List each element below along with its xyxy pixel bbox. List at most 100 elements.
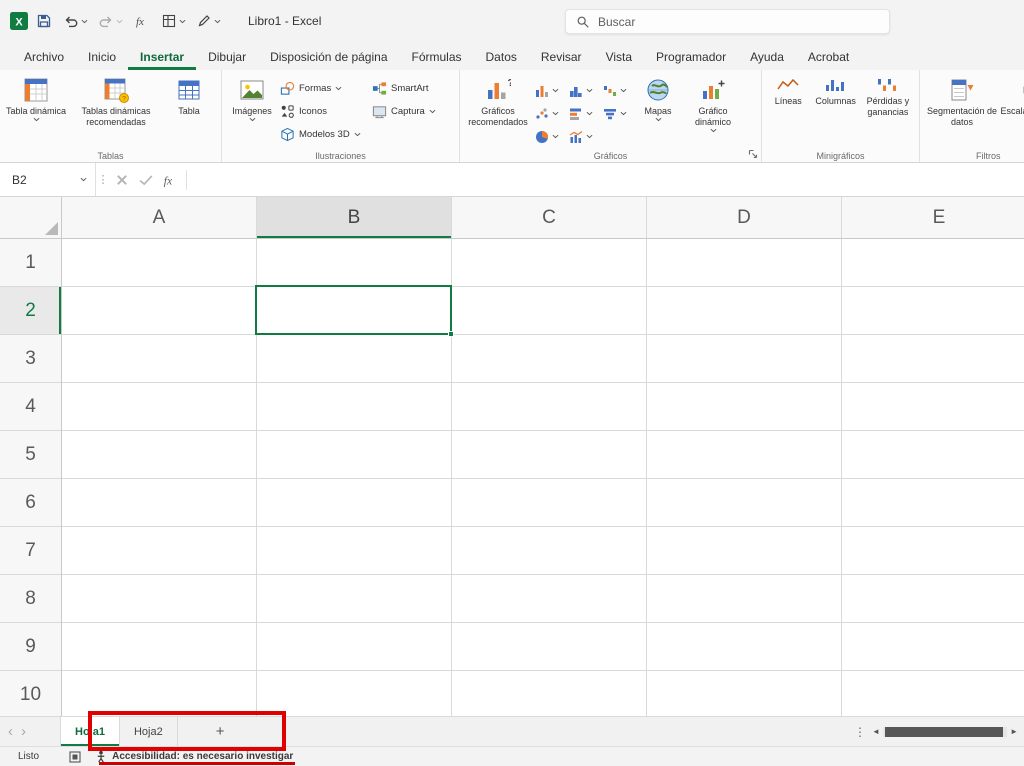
scrollbar-thumb[interactable] [884,726,1003,737]
row-header-9[interactable]: 9 [0,623,61,671]
sparkline-line-button[interactable]: Líneas [766,73,811,107]
bar-chart-icon [569,107,583,121]
sparkline-winloss-button[interactable]: Pérdidas y ganancias [861,73,915,118]
cancel-button[interactable] [110,168,134,192]
redo-button[interactable] [95,9,126,33]
sheet-tab-bar: ‹ › Hoja1 Hoja2 + ⋮ ◄ ► [0,716,1024,746]
insert-function-qat-button[interactable]: fx [130,9,154,33]
tab-vista[interactable]: Vista [594,45,644,70]
timeline-button[interactable]: Escala de tiempo [1000,73,1024,117]
fill-handle[interactable] [448,331,454,337]
row-header-7[interactable]: 7 [0,527,61,575]
add-sheet-button[interactable]: + [206,723,235,740]
macro-record-icon[interactable] [69,750,81,763]
insert-bar-chart-button[interactable] [566,107,600,121]
sheet-nav-right-icon[interactable]: › [21,723,34,740]
chevron-down-icon [655,117,662,122]
chevron-down-icon [620,88,627,93]
map-chart-icon [645,77,671,103]
column-header-e[interactable]: E [842,197,1024,238]
pivot-table-button[interactable]: Tabla dinámica [4,73,68,122]
select-all-corner[interactable] [0,197,62,239]
sheet-bar-dots-icon[interactable]: ⋮ [854,725,866,739]
ribbon-tab-bar: Archivo Inicio Insertar Dibujar Disposic… [0,42,1024,70]
tab-dibujar[interactable]: Dibujar [196,45,258,70]
save-button[interactable] [32,9,56,33]
pivot-chart-button[interactable]: Gráfico dinámico [682,73,744,133]
row-header-10[interactable]: 10 [0,671,61,716]
search-box[interactable]: Buscar [565,9,890,34]
pen-icon [196,13,212,29]
recommended-pivot-tables-button[interactable]: ? Tablas dinámicas recomendadas [68,73,164,128]
tab-disposicion[interactable]: Disposición de página [258,45,399,70]
smartart-button[interactable]: SmartArt [370,78,450,99]
row-header-6[interactable]: 6 [0,479,61,527]
sheet-tab-hoja2[interactable]: Hoja2 [120,717,178,746]
insert-combo-chart-button[interactable] [566,130,600,144]
row-header-1[interactable]: 1 [0,239,61,287]
recommended-charts-icon: ? [485,77,511,103]
selected-cell-b2 [255,285,454,337]
row-header-8[interactable]: 8 [0,575,61,623]
row-header-5[interactable]: 5 [0,431,61,479]
icons-button[interactable]: Iconos [278,101,370,122]
tab-insertar[interactable]: Insertar [128,45,197,70]
column-header-a[interactable]: A [62,197,257,238]
name-box[interactable]: B2 [0,163,96,196]
scroll-left-icon[interactable]: ◄ [872,727,880,736]
maps-button[interactable]: Mapas [634,73,682,122]
column-header-c[interactable]: C [452,197,647,238]
insert-scatter-chart-button[interactable] [532,107,566,121]
pictures-button[interactable]: Imágenes [226,73,278,122]
accessibility-status-label[interactable]: Accesibilidad: es necesario investigar [112,751,293,762]
tab-inicio[interactable]: Inicio [76,45,128,70]
accessibility-icon [95,750,107,763]
save-icon [36,13,52,29]
tab-programador[interactable]: Programador [644,45,738,70]
scrollbar-track[interactable] [882,726,1008,737]
slicer-icon [949,77,975,103]
chevron-down-icon [249,117,256,122]
formula-input[interactable] [191,163,1024,196]
insert-waterfall-chart-button[interactable] [600,84,634,98]
recommended-charts-button[interactable]: ? Gráficos recomendados [464,73,532,128]
undo-button[interactable] [60,9,91,33]
tab-acrobat[interactable]: Acrobat [796,45,861,70]
chart-type-grid [532,73,634,148]
qat-table-button[interactable] [158,9,189,33]
sparkline-column-button[interactable]: Columnas [811,73,861,107]
tab-ayuda[interactable]: Ayuda [738,45,796,70]
tab-archivo[interactable]: Archivo [12,45,76,70]
models-3d-button[interactable]: Modelos 3D [278,124,370,145]
sparkline-column-icon [824,77,848,93]
row-header-2[interactable]: 2 [0,287,61,335]
sheet-nav-left-icon[interactable]: ‹ [0,723,21,740]
slicer-button[interactable]: Segmentación de datos [924,73,1000,128]
tab-datos[interactable]: Datos [474,45,529,70]
column-header-d[interactable]: D [647,197,842,238]
undo-icon [63,13,79,29]
sparkline-winloss-icon [876,77,900,93]
chevron-down-icon [80,177,87,182]
insert-function-button[interactable]: fx [158,168,182,192]
table-button[interactable]: Tabla [164,73,214,117]
screenshot-button[interactable]: Captura [370,101,450,122]
insert-hierarchy-chart-button[interactable] [566,84,600,98]
horizontal-scrollbar[interactable]: ◄ ► [872,725,1018,739]
chevron-down-icon [552,111,559,116]
sheet-tab-hoja1[interactable]: Hoja1 [60,717,120,746]
insert-column-chart-button[interactable] [532,84,566,98]
row-header-3[interactable]: 3 [0,335,61,383]
tab-formulas[interactable]: Fórmulas [400,45,474,70]
customize-qat-button[interactable] [193,9,224,33]
insert-pie-chart-button[interactable] [532,130,566,144]
cells-area[interactable] [62,239,1024,716]
enter-button[interactable] [134,168,158,192]
row-header-4[interactable]: 4 [0,383,61,431]
scroll-right-icon[interactable]: ► [1010,727,1018,736]
column-header-b[interactable]: B [257,197,452,238]
formula-bar-drag-dots[interactable]: ⋮ [96,173,110,186]
tab-revisar[interactable]: Revisar [529,45,594,70]
insert-funnel-chart-button[interactable] [600,107,634,121]
shapes-button[interactable]: Formas [278,78,370,99]
